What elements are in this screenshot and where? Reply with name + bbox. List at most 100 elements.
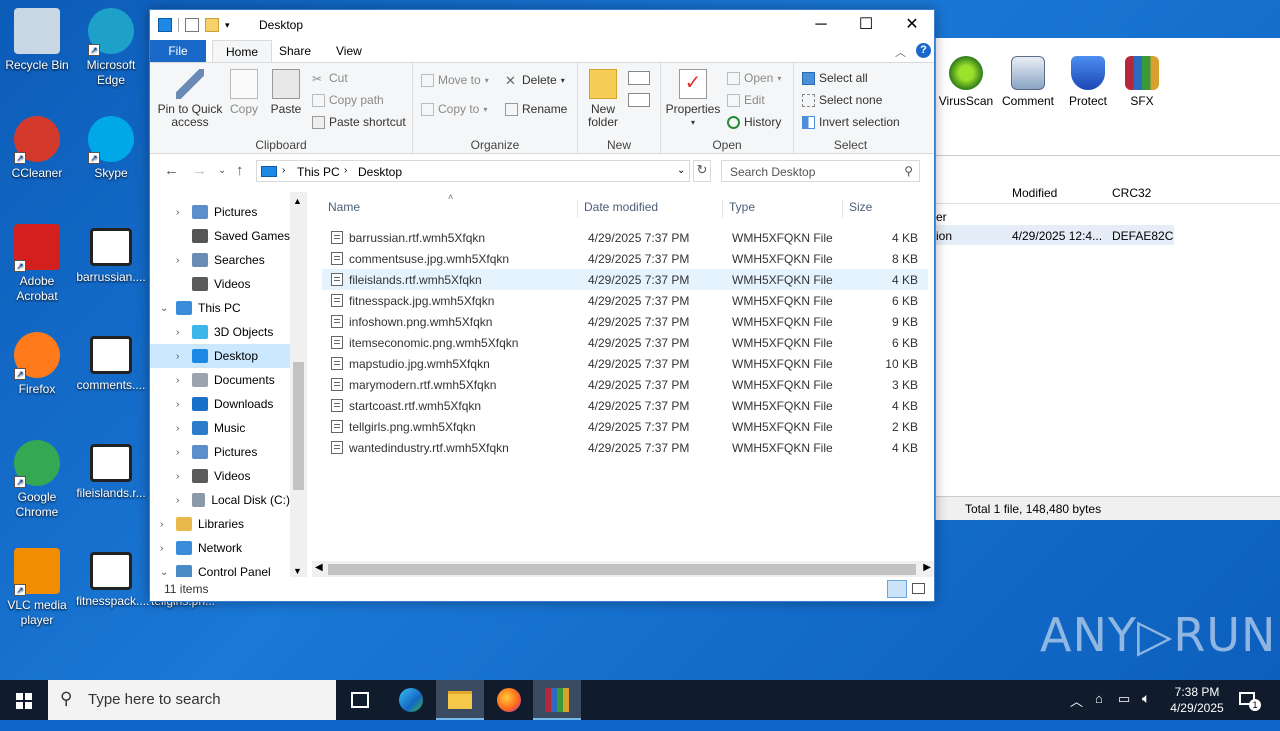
tab-file[interactable]: File: [150, 40, 206, 62]
large-icons-view-icon[interactable]: [912, 583, 925, 594]
nav-scrollbar[interactable]: ▲ ▼: [290, 192, 307, 580]
breadcrumb-desktop[interactable]: Desktop: [358, 165, 402, 179]
delete-button[interactable]: ✕ Delete ▾: [505, 73, 565, 87]
navigation-pane[interactable]: › Pictures Saved Games › Searches Videos ⌄ This…: [150, 192, 310, 580]
scroll-up-icon[interactable]: ▲: [293, 196, 302, 206]
expand-chevron-icon[interactable]: ›: [176, 423, 179, 434]
desktop-icon-6[interactable]: ↗ Firefox: [0, 332, 74, 397]
protect-button[interactable]: Protect: [1058, 56, 1118, 108]
rename-button[interactable]: Rename: [505, 102, 567, 116]
clock[interactable]: 7:38 PM 4/29/2025: [1164, 684, 1230, 724]
collapse-chevron-icon[interactable]: ⌄: [160, 303, 168, 314]
expand-chevron-icon[interactable]: ›: [176, 471, 179, 482]
comment-button[interactable]: Comment: [998, 56, 1058, 108]
nav-scroll-thumb[interactable]: [293, 362, 304, 490]
nav-item-pictures[interactable]: › Pictures: [150, 200, 290, 224]
file-row[interactable]: marymodern.rtf.wmh5Xfqkn 4/29/2025 7:37 P…: [322, 374, 928, 395]
file-row[interactable]: fitnesspack.jpg.wmh5Xfqkn 4/29/2025 7:37 …: [322, 290, 928, 311]
expand-chevron-icon[interactable]: ›: [176, 375, 179, 386]
nav-item-videos[interactable]: Videos: [150, 272, 290, 296]
modified-column[interactable]: Modified: [1012, 186, 1057, 200]
desktop-icon-4[interactable]: ↗ Adobe Acrobat: [0, 224, 74, 304]
tab-view[interactable]: View: [323, 40, 375, 62]
date-modified-column[interactable]: Date modified: [577, 200, 658, 218]
desktop-icon-0[interactable]: Recycle Bin: [0, 8, 74, 73]
sfx-button[interactable]: SFX: [1112, 56, 1172, 108]
collapse-chevron-icon[interactable]: ⌄: [160, 567, 168, 578]
copy-path-button[interactable]: Copy path: [312, 93, 384, 107]
breadcrumb-this-pc[interactable]: This PC: [297, 165, 340, 179]
tab-share[interactable]: Share: [266, 40, 324, 62]
file-row[interactable]: fileislands.rtf.wmh5Xfqkn 4/29/2025 7:37 …: [322, 269, 928, 290]
desktop-icon-9[interactable]: fileislands.r...: [74, 440, 148, 501]
notifications-button[interactable]: 1: [1238, 690, 1261, 711]
nav-item-downloads[interactable]: › Downloads: [150, 392, 290, 416]
file-row[interactable]: mapstudio.jpg.wmh5Xfqkn 4/29/2025 7:37 PM…: [322, 353, 928, 374]
desktop-icon-11[interactable]: fitnesspack....: [74, 548, 149, 609]
title-bar[interactable]: ▾ Desktop ─ ☐ ✕: [150, 10, 934, 40]
expand-chevron-icon[interactable]: ›: [176, 495, 179, 506]
virusscan-button[interactable]: VirusScan: [936, 56, 996, 108]
new-folder-icon[interactable]: [205, 18, 219, 32]
open-button[interactable]: Open ▾: [727, 71, 781, 85]
edit-button[interactable]: Edit: [727, 93, 765, 107]
volume-icon[interactable]: 🔈︎: [1142, 690, 1150, 730]
file-row[interactable]: wantedindustry.rtf.wmh5Xfqkn 4/29/2025 7:…: [322, 437, 928, 458]
scroll-right-icon[interactable]: ▶: [923, 562, 931, 573]
file-explorer-window[interactable]: ▾ Desktop ─ ☐ ✕ File Home Share View ︿ ?…: [149, 9, 935, 602]
nav-item-videos[interactable]: › Videos: [150, 464, 290, 488]
hscroll-thumb[interactable]: [328, 564, 916, 575]
file-row[interactable]: commentsuse.jpg.wmh5Xfqkn 4/29/2025 7:37 …: [322, 248, 928, 269]
address-bar[interactable]: › This PC › Desktop ⌄: [256, 160, 690, 182]
expand-chevron-icon[interactable]: ›: [160, 543, 163, 554]
collapse-ribbon-icon[interactable]: ︿: [895, 44, 906, 60]
pin-quick-access-button[interactable]: Pin to Quick access: [156, 69, 224, 129]
system-tray-device-icon[interactable]: ⌂: [1095, 691, 1103, 731]
paste-button[interactable]: Paste: [268, 69, 304, 116]
nav-item-3d-objects[interactable]: › 3D Objects: [150, 320, 290, 344]
nav-item-local-disk-c[interactable]: › Local Disk (C:): [150, 488, 290, 512]
nav-item-music[interactable]: › Music: [150, 416, 290, 440]
desktop-icon-1[interactable]: ↗ Microsoft Edge: [74, 8, 148, 88]
expand-chevron-icon[interactable]: ›: [176, 447, 179, 458]
paste-shortcut-button[interactable]: Paste shortcut: [312, 115, 406, 129]
details-view-icon[interactable]: [887, 580, 907, 598]
minimize-button[interactable]: ─: [798, 10, 844, 40]
scroll-left-icon[interactable]: ◀: [315, 562, 323, 573]
move-to-button[interactable]: Move to ▾: [421, 73, 489, 87]
copy-button[interactable]: Copy: [226, 69, 262, 116]
search-input[interactable]: Search Desktop ⚲: [721, 160, 920, 182]
expand-chevron-icon[interactable]: ›: [176, 351, 179, 362]
forward-arrow-icon[interactable]: →: [192, 162, 207, 179]
expand-chevron-icon[interactable]: ›: [176, 255, 179, 266]
network-icon[interactable]: ▭: [1118, 691, 1130, 731]
taskbar-firefox-button[interactable]: [485, 680, 533, 720]
help-icon[interactable]: ?: [916, 43, 931, 58]
refresh-icon[interactable]: ↻: [693, 160, 711, 182]
desktop-icon-2[interactable]: ↗ CCleaner: [0, 116, 74, 181]
desktop-icon-8[interactable]: ↗ Google Chrome: [0, 440, 74, 520]
start-button[interactable]: [0, 680, 48, 720]
history-button[interactable]: History: [727, 115, 781, 129]
type-column[interactable]: Type: [722, 200, 755, 218]
close-button[interactable]: ✕: [889, 10, 935, 40]
file-row[interactable]: itemseconomic.png.wmh5Xfqkn 4/29/2025 7:3…: [322, 332, 928, 353]
desktop-icon-10[interactable]: ↗ VLC media player: [0, 548, 74, 628]
taskbar-explorer-button[interactable]: [436, 680, 484, 720]
size-column[interactable]: Size: [842, 200, 872, 218]
crc32-column[interactable]: CRC32: [1112, 186, 1151, 200]
select-none-button[interactable]: Select none: [802, 93, 882, 107]
select-all-button[interactable]: Select all: [802, 71, 868, 85]
back-arrow-icon[interactable]: ←: [164, 162, 179, 179]
recent-locations-chevron-icon[interactable]: ⌄: [218, 165, 226, 176]
customize-qat-icon[interactable]: ▾: [225, 20, 230, 31]
file-row[interactable]: barrussian.rtf.wmh5Xfqkn 4/29/2025 7:37 P…: [322, 227, 928, 248]
file-list-hscrollbar[interactable]: ◀ ▶: [312, 561, 934, 578]
file-list[interactable]: ˄ Name Date modified Type Size barrussia…: [312, 192, 934, 572]
nav-item-searches[interactable]: › Searches: [150, 248, 290, 272]
name-column[interactable]: Name: [322, 200, 360, 218]
cut-button[interactable]: ✂ Cut: [312, 71, 348, 86]
tab-home[interactable]: Home: [212, 40, 273, 62]
show-hidden-icons-chevron-icon[interactable]: ︿: [1070, 691, 1083, 731]
expand-chevron-icon[interactable]: ›: [160, 519, 163, 530]
